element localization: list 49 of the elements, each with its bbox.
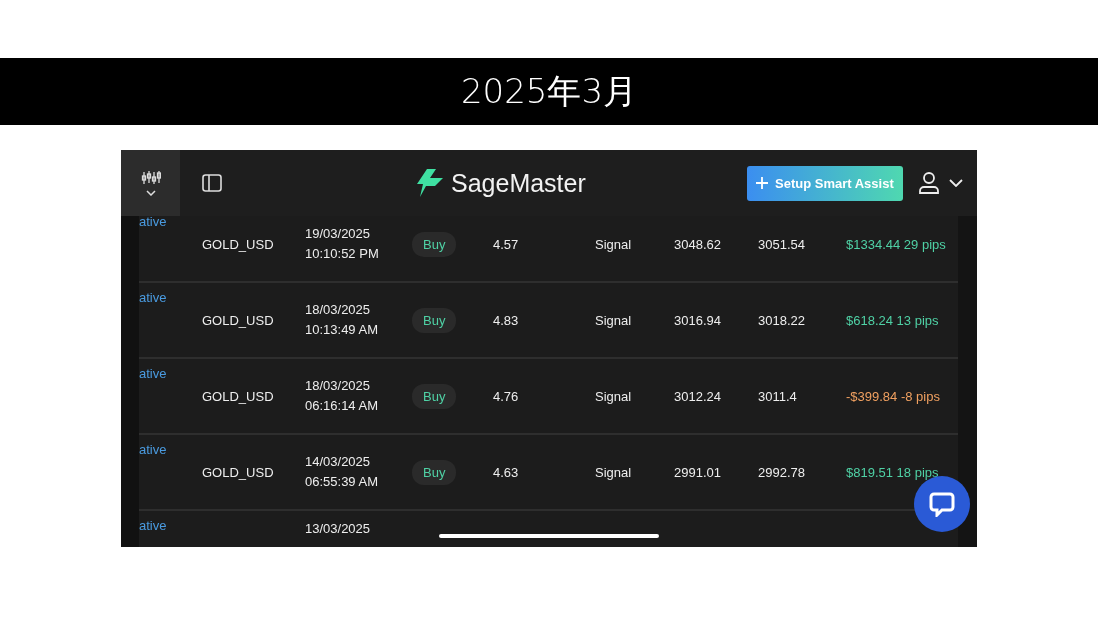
profit-cell: $819.51 18 pips	[846, 464, 939, 480]
open-price-cell: 2991.01	[674, 464, 721, 480]
symbol-cell: GOLD_USD	[202, 464, 274, 480]
profit-cell: $618.24 13 pips	[846, 312, 939, 328]
lots-cell: 4.57	[493, 236, 519, 252]
candlestick-icon	[140, 170, 161, 185]
source-cell: Signal	[595, 464, 632, 480]
chart-menu-button[interactable]	[121, 150, 180, 216]
row-link[interactable]: ative	[139, 216, 167, 229]
open-price-cell: 3012.24	[674, 388, 721, 404]
symbol-cell: GOLD_USD	[202, 236, 274, 252]
profit-cell: $1334.44 29 pips	[846, 236, 946, 252]
row-link[interactable]: ative	[139, 366, 167, 381]
side-badge: Buy	[412, 307, 457, 333]
lots-cell: 4.83	[493, 312, 519, 328]
close-price-cell: 3018.22	[758, 312, 805, 328]
close-price-cell: 2992.78	[758, 464, 805, 480]
slide-title: 2025年3月	[460, 69, 638, 113]
date-cell-text: 14/03/2025 06:55:39 AM	[305, 453, 378, 491]
sidebar-toggle-icon[interactable]	[202, 174, 222, 192]
date-cell-text: 18/03/2025 06:16:14 AM	[305, 377, 378, 415]
lots-cell: 4.63	[493, 464, 519, 480]
open-price-cell: 3016.94	[674, 312, 721, 328]
chat-bubble-icon	[929, 491, 955, 517]
chevron-down-icon	[145, 189, 156, 196]
date-cell-text: 18/03/2025 10:13:49 AM	[305, 301, 378, 339]
side-badge: Buy	[412, 459, 457, 485]
plus-icon	[755, 176, 769, 190]
close-price-cell: 3051.54	[758, 236, 805, 252]
symbol-cell: GOLD_USD	[202, 312, 274, 328]
profit-cell: -$399.84 -8 pips	[846, 388, 940, 404]
row-link[interactable]: ative	[139, 518, 167, 533]
row-link[interactable]: ative	[139, 442, 167, 457]
source-cell: Signal	[595, 236, 632, 252]
chevron-down-icon[interactable]	[949, 179, 963, 187]
side-badge: Buy	[412, 383, 457, 409]
side-badge: Buy	[412, 231, 457, 257]
row-link[interactable]: ative	[139, 290, 167, 305]
user-icon[interactable]	[919, 172, 939, 194]
symbol-cell: GOLD_USD	[202, 388, 274, 404]
date-cell-text: 13/03/2025	[305, 520, 371, 538]
brand-name: SageMaster	[451, 168, 586, 198]
lots-cell: 4.76	[493, 388, 519, 404]
source-cell: Signal	[595, 388, 632, 404]
date-cell-text: 19/03/2025 10:10:52 PM	[305, 225, 379, 263]
open-price-cell: 3048.62	[674, 236, 721, 252]
source-cell: Signal	[595, 312, 632, 328]
close-price-cell: 3011.4	[758, 388, 797, 404]
logo-icon	[417, 169, 443, 197]
